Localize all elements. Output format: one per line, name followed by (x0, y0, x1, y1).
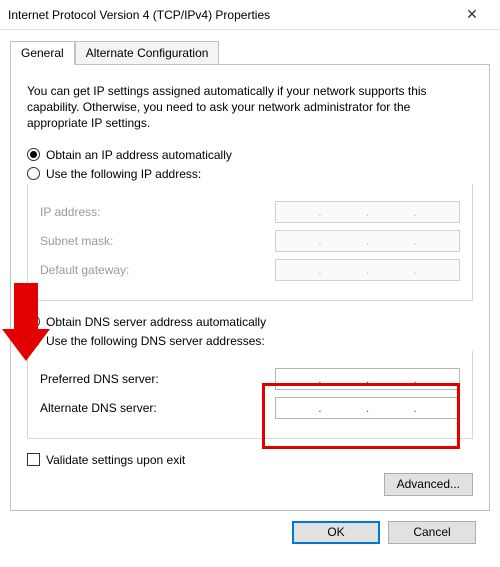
radio-icon (27, 148, 40, 161)
radio-icon (27, 334, 40, 347)
field-subnet-mask: Subnet mask: . . . (40, 230, 460, 252)
titlebar: Internet Protocol Version 4 (TCP/IPv4) P… (0, 0, 500, 30)
dot-icon: . (316, 205, 323, 219)
dot-icon: . (411, 401, 418, 415)
radio-icon (27, 315, 40, 328)
preferred-dns-input[interactable]: . . . (275, 368, 460, 390)
tab-panel-general: You can get IP settings assigned automat… (10, 64, 490, 511)
radio-obtain-dns-auto[interactable]: Obtain DNS server address automatically (27, 315, 473, 329)
dot-icon: . (316, 401, 323, 415)
cancel-button[interactable]: Cancel (388, 521, 476, 544)
field-preferred-dns: Preferred DNS server: . . . (40, 368, 460, 390)
field-label: Default gateway: (40, 263, 275, 277)
radio-icon (27, 167, 40, 180)
radio-obtain-ip-auto[interactable]: Obtain an IP address automatically (27, 148, 473, 162)
dot-icon: . (411, 263, 418, 277)
client-area: General Alternate Configuration You can … (0, 30, 500, 554)
tab-alternate-configuration[interactable]: Alternate Configuration (75, 41, 220, 65)
field-ip-address: IP address: . . . (40, 201, 460, 223)
radio-label: Use the following IP address: (46, 167, 201, 181)
radio-use-following-dns[interactable]: Use the following DNS server addresses: (27, 334, 473, 348)
field-label: Preferred DNS server: (40, 372, 275, 386)
dot-icon: . (411, 372, 418, 386)
tab-general[interactable]: General (10, 41, 75, 65)
radio-use-following-ip[interactable]: Use the following IP address: (27, 167, 473, 181)
ok-button[interactable]: OK (292, 521, 380, 544)
field-label: Subnet mask: (40, 234, 275, 248)
dot-icon: . (411, 234, 418, 248)
radio-label: Obtain DNS server address automatically (46, 315, 266, 329)
dot-icon: . (364, 263, 371, 277)
window-title: Internet Protocol Version 4 (TCP/IPv4) P… (8, 8, 452, 22)
dot-icon: . (316, 372, 323, 386)
dot-icon: . (364, 401, 371, 415)
dns-group: Preferred DNS server: . . . Alternate DN… (27, 351, 473, 439)
intro-text: You can get IP settings assigned automat… (27, 83, 473, 132)
checkbox-label: Validate settings upon exit (46, 453, 185, 467)
dot-icon: . (364, 234, 371, 248)
field-label: Alternate DNS server: (40, 401, 275, 415)
alternate-dns-input[interactable]: . . . (275, 397, 460, 419)
subnet-mask-input: . . . (275, 230, 460, 252)
dot-icon: . (364, 205, 371, 219)
field-alternate-dns: Alternate DNS server: . . . (40, 397, 460, 419)
ip-address-input: . . . (275, 201, 460, 223)
default-gateway-input: . . . (275, 259, 460, 281)
field-default-gateway: Default gateway: . . . (40, 259, 460, 281)
dialog-footer: OK Cancel (10, 511, 490, 544)
dot-icon: . (316, 263, 323, 277)
checkbox-icon (27, 453, 40, 466)
checkbox-validate-settings[interactable]: Validate settings upon exit (27, 453, 473, 467)
advanced-button[interactable]: Advanced... (384, 473, 473, 496)
close-icon[interactable]: ✕ (452, 6, 492, 23)
tab-strip: General Alternate Configuration (10, 41, 490, 65)
advanced-row: Advanced... (27, 473, 473, 496)
dot-icon: . (364, 372, 371, 386)
dot-icon: . (316, 234, 323, 248)
radio-label: Obtain an IP address automatically (46, 148, 232, 162)
radio-label: Use the following DNS server addresses: (46, 334, 265, 348)
field-label: IP address: (40, 205, 275, 219)
ip-group: IP address: . . . Subnet mask: . . . Def… (27, 184, 473, 301)
dot-icon: . (411, 205, 418, 219)
